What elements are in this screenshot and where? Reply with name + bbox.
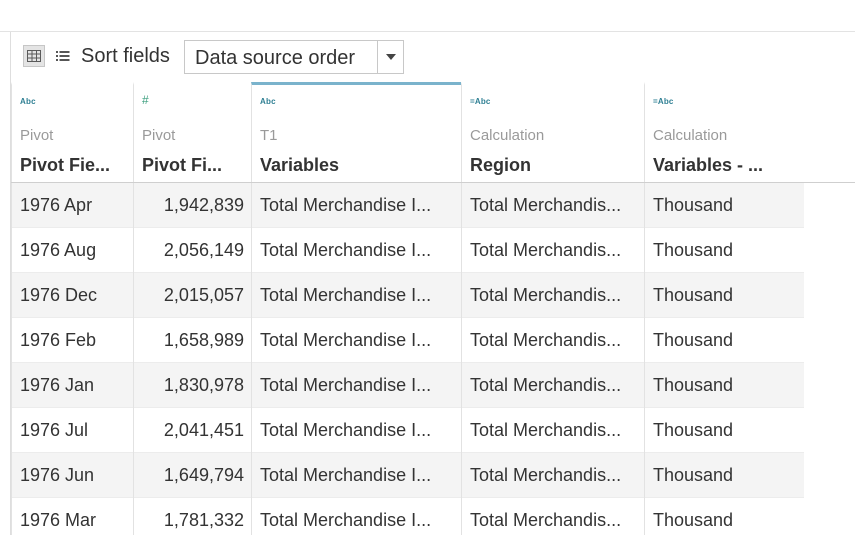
table-cell: 1976 Aug: [11, 228, 133, 273]
table-cell: Total Merchandise I...: [251, 408, 461, 453]
table-cell: Total Merchandis...: [461, 318, 644, 363]
column-name[interactable]: Pivot Fi...: [142, 155, 222, 176]
table-cell: Total Merchandis...: [461, 363, 644, 408]
column-header[interactable]: Abc Pivot Pivot Fie...: [11, 82, 133, 182]
column-header[interactable]: =Abc Calculation Region: [461, 82, 644, 182]
number-type-icon[interactable]: #: [142, 93, 149, 107]
column-source-label: Pivot: [20, 127, 54, 144]
table-cell: Thousand: [644, 408, 804, 453]
sort-order-dropdown[interactable]: Data source order: [184, 40, 404, 74]
table-cell: Total Merchandise I...: [251, 183, 461, 228]
column-source-label: Calculation: [470, 127, 545, 144]
table-cell: Total Merchandise I...: [251, 228, 461, 273]
table-cell: Thousand: [644, 453, 804, 498]
column-header[interactable]: # Pivot Pivot Fi...: [133, 82, 251, 182]
table-cell: Thousand: [644, 318, 804, 363]
table-cell: Total Merchandise I...: [251, 363, 461, 408]
table-cell: Thousand: [644, 228, 804, 273]
table-cell: Total Merchandise I...: [251, 453, 461, 498]
top-strip: [0, 0, 855, 32]
table-cell: 1,658,989: [133, 318, 251, 363]
table-cell: 1,942,839: [133, 183, 251, 228]
table-cell: Total Merchandis...: [461, 408, 644, 453]
table-cell: Total Merchandise I...: [251, 498, 461, 535]
data-grid: Abc Pivot Pivot Fie... # Pivot Pivot Fi... Abc…: [11, 82, 855, 535]
table-cell: 1976 Mar: [11, 498, 133, 535]
table-cell: 1976 Jul: [11, 408, 133, 453]
table-cell: 1976 Dec: [11, 273, 133, 318]
table-row: 1976 Jan 1,830,978 Total Merchandise I... T…: [11, 363, 804, 408]
list-view-button[interactable]: [53, 45, 73, 67]
table-cell: Total Merchandis...: [461, 183, 644, 228]
calculated-string-type-icon[interactable]: =Abc: [653, 97, 674, 106]
column-source-label: Calculation: [653, 127, 728, 144]
calculated-string-type-icon[interactable]: =Abc: [470, 97, 491, 106]
table-cell: Total Merchandise I...: [251, 318, 461, 363]
column-name[interactable]: Variables: [260, 155, 339, 176]
table-row: 1976 Mar 1,781,332 Total Merchandise I... T…: [11, 498, 804, 535]
table-cell: Total Merchandis...: [461, 273, 644, 318]
table-row: 1976 Apr 1,942,839 Total Merchandise I... T…: [11, 183, 804, 228]
column-name[interactable]: Pivot Fie...: [20, 155, 110, 176]
sort-fields-label: Sort fields: [81, 45, 170, 67]
table-cell: 2,056,149: [133, 228, 251, 273]
caret-down-icon: [385, 54, 396, 60]
table-cell: 1976 Jun: [11, 453, 133, 498]
grid-toolbar: Sort fields Data source order: [11, 32, 855, 82]
table-cell: Total Merchandis...: [461, 228, 644, 273]
sort-order-value: Data source order: [195, 47, 356, 69]
table-cell: Thousand: [644, 273, 804, 318]
string-type-icon[interactable]: Abc: [260, 97, 276, 106]
string-type-icon[interactable]: Abc: [20, 97, 36, 106]
table-cell: 1976 Feb: [11, 318, 133, 363]
table-row: 1976 Jul 2,041,451 Total Merchandise I... T…: [11, 408, 804, 453]
table-row: 1976 Jun 1,649,794 Total Merchandise I... T…: [11, 453, 804, 498]
table-row: 1976 Dec 2,015,057 Total Merchandise I... T…: [11, 273, 804, 318]
dropdown-toggle[interactable]: [378, 41, 403, 73]
table-cell: 1976 Apr: [11, 183, 133, 228]
column-source-label: Pivot: [142, 127, 176, 144]
column-header[interactable]: Abc T1 Variables: [251, 82, 461, 182]
table-cell: 2,041,451: [133, 408, 251, 453]
list-view-icon: [56, 51, 70, 61]
table-row: 1976 Feb 1,658,989 Total Merchandise I... T…: [11, 318, 804, 363]
table-cell: 2,015,057: [133, 273, 251, 318]
grid-header-row: Abc Pivot Pivot Fie... # Pivot Pivot Fi... Abc…: [11, 82, 855, 183]
table-cell: Total Merchandis...: [461, 453, 644, 498]
table-cell: 1,781,332: [133, 498, 251, 535]
table-cell: Total Merchandise I...: [251, 273, 461, 318]
table-cell: Total Merchandis...: [461, 498, 644, 535]
table-row: 1976 Aug 2,056,149 Total Merchandise I... T…: [11, 228, 804, 273]
table-cell: Thousand: [644, 498, 804, 535]
column-name[interactable]: Region: [470, 155, 531, 176]
table-cell: 1,830,978: [133, 363, 251, 408]
table-cell: Thousand: [644, 183, 804, 228]
table-cell: Thousand: [644, 363, 804, 408]
column-source-label: T1: [260, 127, 278, 144]
column-header[interactable]: =Abc Calculation Variables - ...: [644, 82, 804, 182]
table-cell: 1976 Jan: [11, 363, 133, 408]
column-name[interactable]: Variables - ...: [653, 155, 763, 176]
table-cell: 1,649,794: [133, 453, 251, 498]
grid-view-icon: [27, 50, 41, 62]
grid-view-button[interactable]: [23, 45, 45, 67]
